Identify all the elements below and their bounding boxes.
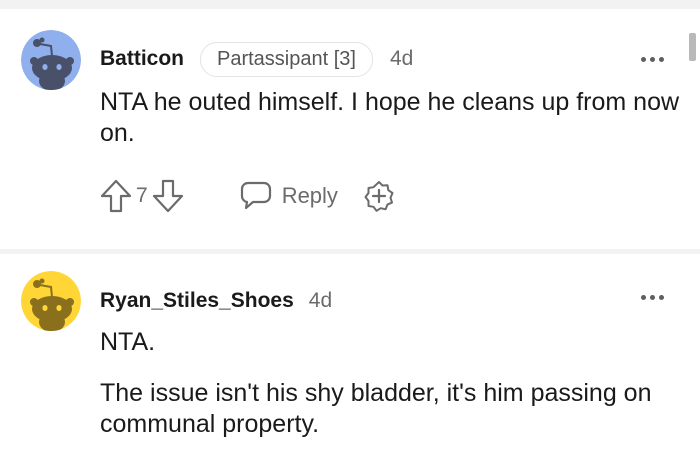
- comment-ryan-stiles-shoes: Ryan_Stiles_Shoes 4d NTA. The issue isn'…: [0, 254, 700, 463]
- comment-body-paragraph: NTA.: [100, 328, 156, 356]
- dot-3: [659, 57, 664, 62]
- downvote-arrow-icon[interactable]: [152, 179, 184, 213]
- comment-timestamp: 4d: [389, 47, 414, 70]
- dot-1: [641, 295, 646, 300]
- reddit-snoo-icon: [21, 271, 81, 331]
- dot-2: [650, 295, 655, 300]
- comment-batticon: Batticon Partassipant [3] 4d NTA he oute…: [0, 9, 700, 249]
- comment-body-paragraph: The issue isn't his shy bladder, it's hi…: [100, 379, 652, 438]
- comment-thread: Batticon Partassipant [3] 4d NTA he oute…: [0, 0, 700, 463]
- reddit-snoo-icon: [21, 30, 81, 90]
- comment-actions: 7 Reply: [100, 178, 395, 214]
- upvote-arrow-icon[interactable]: [100, 179, 132, 213]
- comment-meta: Ryan_Stiles_Shoes 4d: [100, 285, 332, 317]
- reply-label: Reply: [281, 183, 338, 208]
- speech-bubble-icon: [240, 181, 271, 210]
- dot-3: [659, 295, 664, 300]
- username-link[interactable]: Batticon: [100, 47, 184, 71]
- top-divider: [0, 0, 700, 9]
- username-link[interactable]: Ryan_Stiles_Shoes: [100, 289, 294, 313]
- comment-meta: Batticon Partassipant [3] 4d: [100, 41, 414, 77]
- more-options-icon[interactable]: [641, 293, 665, 303]
- reply-button[interactable]: Reply: [240, 181, 338, 211]
- comment-body: NTA he outed himself. I hope he cleans u…: [100, 88, 680, 147]
- comment-timestamp: 4d: [308, 289, 333, 312]
- user-flair-badge: Partassipant [3]: [200, 41, 373, 77]
- vote-count: 7: [136, 184, 148, 207]
- more-options-icon[interactable]: [641, 55, 665, 65]
- user-avatar[interactable]: [21, 30, 81, 90]
- dot-2: [650, 57, 655, 62]
- user-avatar[interactable]: [21, 271, 81, 331]
- award-plus-icon[interactable]: [363, 180, 395, 212]
- dot-1: [641, 57, 646, 62]
